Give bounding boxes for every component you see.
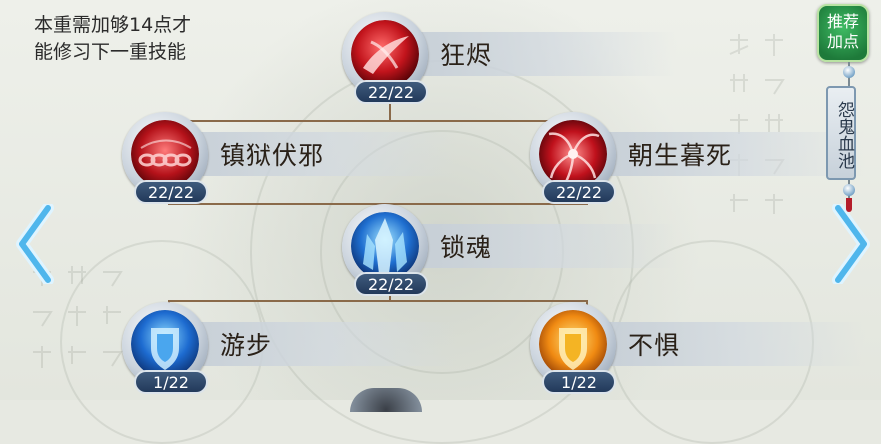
crimson-slash-icon [351, 20, 419, 88]
crimson-chains-icon [131, 120, 199, 188]
skill-name: 狂烬 [440, 41, 493, 70]
skill-banner [397, 32, 677, 76]
decorative-bead [843, 184, 855, 196]
next-page-arrow-icon[interactable] [832, 204, 872, 284]
skill-name: 游步 [220, 331, 273, 360]
requirement-hint-line: 本重需加够14点才 [34, 14, 192, 36]
skill-node-buju[interactable]: 不惧 1/22 [530, 302, 881, 394]
skill-level-badge: 22/22 [354, 272, 428, 296]
requirement-hint: 本重需加够14点才 能修习下一重技能 [34, 12, 234, 66]
skill-banner [397, 224, 677, 268]
skill-banner [177, 322, 457, 366]
skill-node-kuangjin[interactable]: 狂烬 22/22 [342, 12, 702, 104]
previous-page-arrow-icon[interactable] [14, 204, 54, 284]
skill-node-youbu[interactable]: 游步 1/22 [122, 302, 482, 394]
recommend-points-label: 推荐加点 [827, 12, 860, 51]
skill-name: 锁魂 [440, 233, 493, 262]
skill-level-badge: 22/22 [542, 180, 616, 204]
red-tassel [846, 198, 852, 212]
gold-shield-icon [539, 310, 607, 378]
skill-level-badge: 1/22 [542, 370, 616, 394]
decorative-bead [843, 66, 855, 78]
skill-node-suohun[interactable]: 锁魂 22/22 [342, 204, 702, 296]
skill-level-badge: 22/22 [354, 80, 428, 104]
blue-shield-icon [131, 310, 199, 378]
skill-name: 镇狱伏邪 [220, 141, 325, 170]
requirement-hint-line: 能修习下一重技能 [34, 41, 187, 63]
skill-name: 不惧 [628, 331, 681, 360]
recommend-points-button[interactable]: 推荐加点 [817, 4, 869, 62]
skill-node-zhenyufuxie[interactable]: 镇狱伏邪 22/22 [122, 112, 482, 204]
skill-banner [585, 322, 865, 366]
skill-level-badge: 22/22 [134, 180, 208, 204]
skill-icon-frame-partial [350, 388, 422, 412]
skill-name: 朝生暮死 [628, 141, 733, 170]
skill-level-badge: 1/22 [134, 370, 208, 394]
side-tab-yuanguixuechi[interactable]: 怨鬼血池 [826, 86, 856, 180]
blue-crystal-icon [351, 212, 419, 280]
crimson-flower-icon [539, 120, 607, 188]
skill-tree-panel: 本重需加够14点才 能修习下一重技能 狂烬 22/22 镇狱伏邪 22/22 朝… [0, 0, 881, 444]
